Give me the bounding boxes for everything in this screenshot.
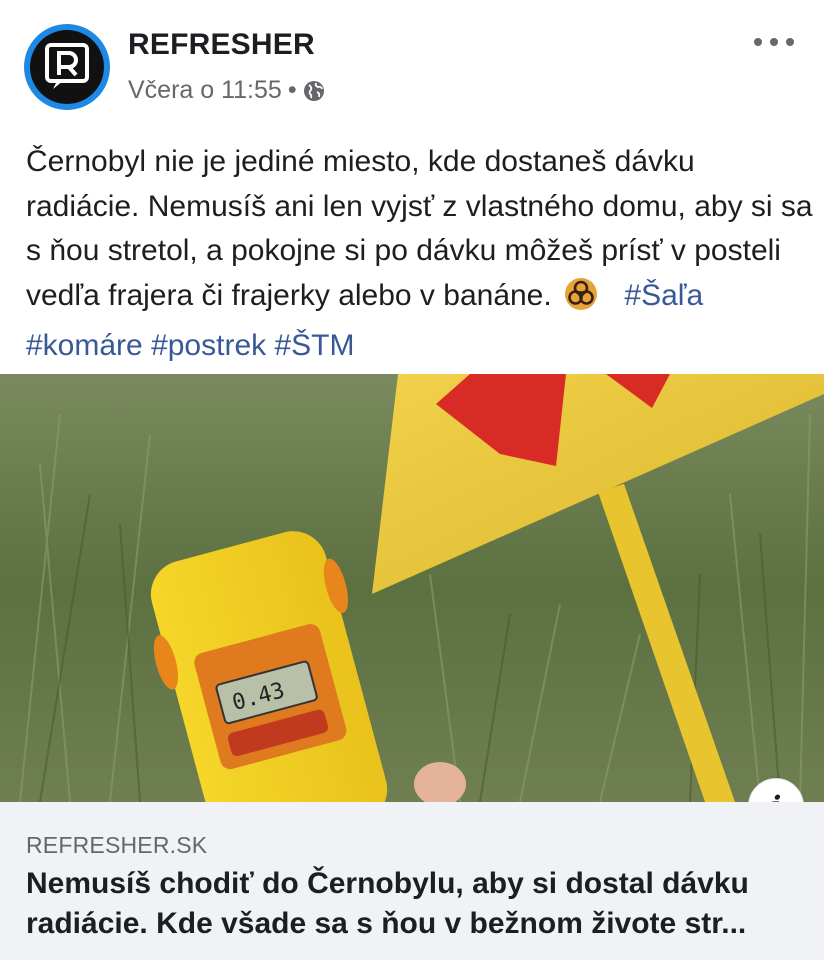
meta-separator: • [287,76,297,104]
dosimeter-radiation-sign-photo: 0.43 [0,374,824,802]
post-meta: Včera o 11:55 • [128,76,325,105]
page-avatar[interactable] [24,24,110,110]
link-preview-image[interactable]: 0.43 [0,374,824,802]
refresher-logo-icon [30,30,104,104]
link-title[interactable]: Nemusíš chodiť do Černobylu, aby si dost… [26,864,806,944]
post-body: Černobyl nie je jediné miesto, kde dosta… [26,140,816,369]
hashtag-link[interactable]: #ŠTM [274,329,354,362]
link-preview-footer[interactable]: REFRESHER.SK Nemusíš chodiť do Černobylu… [0,802,824,960]
post-timestamp[interactable]: Včera o 11:55 [128,76,282,105]
globe-icon[interactable] [303,80,325,102]
more-options-icon[interactable] [754,30,794,54]
post-header: REFRESHER Včera o 11:55 • [0,0,824,130]
hashtag-link[interactable]: #postrek [151,329,266,362]
biohazard-icon [564,277,598,325]
page-name[interactable]: REFRESHER [128,28,315,62]
link-domain: REFRESHER.SK [26,832,208,858]
hashtag-link[interactable]: #Šaľa [624,279,703,312]
hashtag-link[interactable]: #komáre [26,329,143,362]
